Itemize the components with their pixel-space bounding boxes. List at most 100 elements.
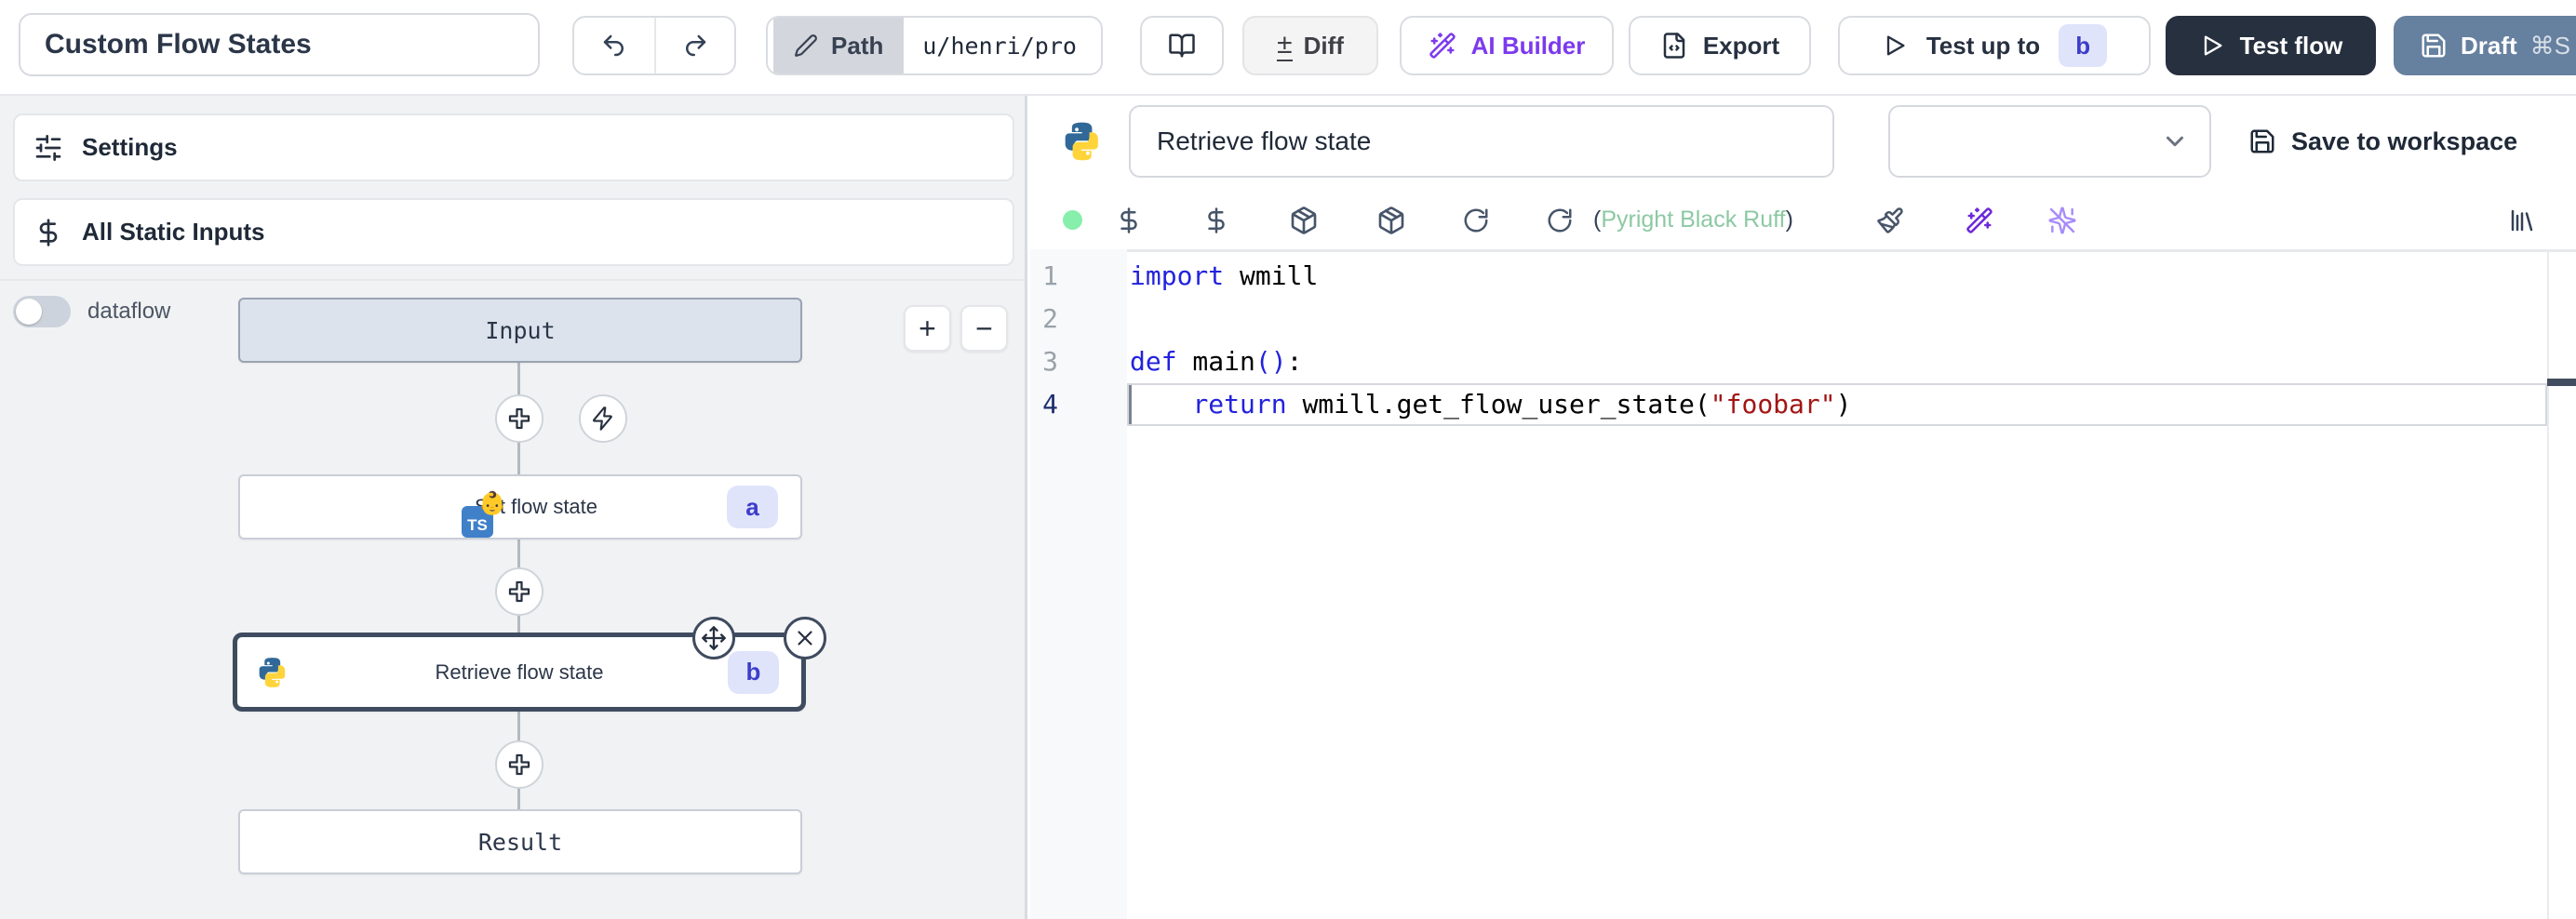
variables-button[interactable] [1199, 191, 1234, 249]
flow-node-input[interactable]: Input [238, 298, 802, 363]
close-icon [793, 626, 817, 650]
save-to-workspace-label: Save to workspace [2291, 127, 2517, 156]
line-number: 4 [1030, 383, 1058, 426]
save-draft-button[interactable]: Draft ⌘S [2394, 16, 2576, 75]
step-editor-panel: Retrieve flow state Save to workspace [1030, 96, 2576, 919]
reload-assistants-button[interactable] [1542, 191, 1577, 249]
zoom-out-button[interactable]: − [960, 305, 1008, 352]
path-value: u/henri/pro [904, 18, 1095, 73]
flow-node-set-flow-state[interactable]: TS 👶 Set flow state a [238, 474, 802, 539]
undo-button[interactable] [574, 18, 654, 73]
typescript-icon: TS 👶 [462, 506, 493, 538]
path-button[interactable]: Path u/henri/pro [766, 16, 1103, 75]
code-line[interactable]: return wmill.get_flow_user_state("foobar… [1130, 383, 1851, 426]
reload-button[interactable] [1458, 191, 1494, 249]
gutter: 1234 [1030, 255, 1058, 426]
format-code-button[interactable] [1872, 191, 1908, 249]
undo-icon [600, 32, 628, 60]
move-node-handle[interactable] [692, 617, 735, 659]
redo-button[interactable] [654, 18, 734, 73]
play-icon [1882, 33, 1908, 59]
export-label: Export [1703, 32, 1779, 60]
ai-edit-button[interactable] [1962, 191, 1997, 249]
refresh-icon [1462, 206, 1490, 234]
step-name-value: Retrieve flow state [1157, 127, 1371, 156]
code-lines: import wmill def main(): return wmill.get… [1130, 255, 1851, 426]
library-icon [2508, 206, 2536, 234]
docs-button[interactable] [1140, 16, 1224, 75]
assistants-close-paren: ) [1786, 206, 1793, 233]
library-panel-button[interactable] [2503, 191, 2541, 249]
step-a-badge: a [727, 486, 778, 528]
insert-step-button-3[interactable] [495, 740, 543, 789]
ai-autocomplete-disabled-button[interactable] [2045, 191, 2080, 249]
flow-node-retrieve-flow-state[interactable]: Retrieve flow state b [233, 633, 806, 712]
all-static-inputs-button[interactable]: All Static Inputs [13, 198, 1014, 266]
all-static-inputs-label: All Static Inputs [82, 218, 264, 246]
python-icon [256, 656, 289, 689]
paintbrush-icon [1876, 206, 1904, 234]
resources-button[interactable] [1286, 191, 1322, 249]
save-to-workspace-button[interactable]: Save to workspace [2248, 105, 2517, 178]
step-name-input[interactable]: Retrieve flow state [1129, 105, 1834, 178]
test-up-to-step-badge: b [2059, 24, 2107, 67]
code-line[interactable]: import wmill [1130, 255, 1851, 298]
ai-builder-label: AI Builder [1471, 32, 1586, 60]
result-node-label: Result [478, 829, 562, 856]
editor-toolbar: (Pyright Black Ruff) [1030, 191, 2576, 252]
code-line[interactable]: def main(): [1130, 340, 1851, 383]
lightning-icon [590, 406, 616, 432]
step-header: Retrieve flow state Save to workspace [1030, 96, 2576, 191]
test-up-to-button[interactable]: Test up to b [1838, 16, 2151, 75]
line-number: 3 [1030, 340, 1058, 383]
undo-redo-group [572, 16, 736, 75]
scrollbar-cursor-mark [2547, 379, 2576, 386]
top-toolbar: Custom Flow States Path u/henri/pro ± Di… [0, 0, 2576, 96]
refresh-icon [1546, 206, 1574, 234]
step-b-badge: b [728, 651, 779, 694]
dataflow-toggle[interactable] [13, 296, 71, 327]
code-line[interactable] [1130, 298, 1851, 340]
flow-node-result[interactable]: Result [238, 809, 802, 874]
plus-icon [505, 405, 533, 433]
test-up-to-label: Test up to [1926, 32, 2040, 60]
add-trigger-button[interactable] [579, 394, 627, 443]
insert-step-button-2[interactable] [495, 567, 543, 616]
assistants-status: (Pyright Black Ruff) [1593, 191, 1793, 249]
line-number: 1 [1030, 255, 1058, 298]
path-label: Path [831, 32, 883, 60]
input-node-label: Input [485, 317, 555, 344]
dependencies-button[interactable] [1374, 191, 1409, 249]
static-inputs-button[interactable] [1111, 191, 1147, 249]
path-chip: Path [773, 18, 904, 73]
green-status-dot [1063, 210, 1082, 230]
zoom-in-label: + [919, 312, 936, 346]
status-dot [1053, 191, 1092, 249]
assistants-names: Pyright Black Ruff [1601, 206, 1785, 233]
settings-button[interactable]: Settings [13, 113, 1014, 181]
save-icon [2248, 127, 2276, 155]
ai-builder-button[interactable]: AI Builder [1400, 16, 1614, 75]
panel-divider [0, 279, 1027, 281]
move-icon [701, 625, 727, 651]
wand-sparkles-icon [1966, 206, 1993, 234]
dollar-icon [34, 218, 63, 247]
insert-step-button-1[interactable] [495, 394, 543, 443]
plus-icon [505, 578, 533, 606]
diff-button[interactable]: ± Diff [1242, 16, 1378, 75]
zoom-in-button[interactable]: + [904, 305, 951, 352]
dollar-icon [1115, 206, 1143, 234]
export-button[interactable]: Export [1629, 16, 1811, 75]
delete-node-button[interactable] [784, 617, 826, 659]
plus-minus-icon: ± [1277, 31, 1292, 61]
baby-emoji: 👶 [478, 493, 506, 515]
file-code-icon [1660, 32, 1688, 60]
book-open-icon [1168, 32, 1196, 60]
test-flow-label: Test flow [2240, 32, 2343, 60]
sliders-icon [34, 133, 63, 163]
tag-select[interactable] [1888, 105, 2211, 178]
code-editor[interactable]: 1234 import wmill def main(): return wmil… [1030, 255, 2576, 919]
flow-title-input[interactable]: Custom Flow States [19, 13, 540, 76]
dataflow-toggle-row: dataflow [13, 296, 170, 327]
test-flow-button[interactable]: Test flow [2166, 16, 2376, 75]
